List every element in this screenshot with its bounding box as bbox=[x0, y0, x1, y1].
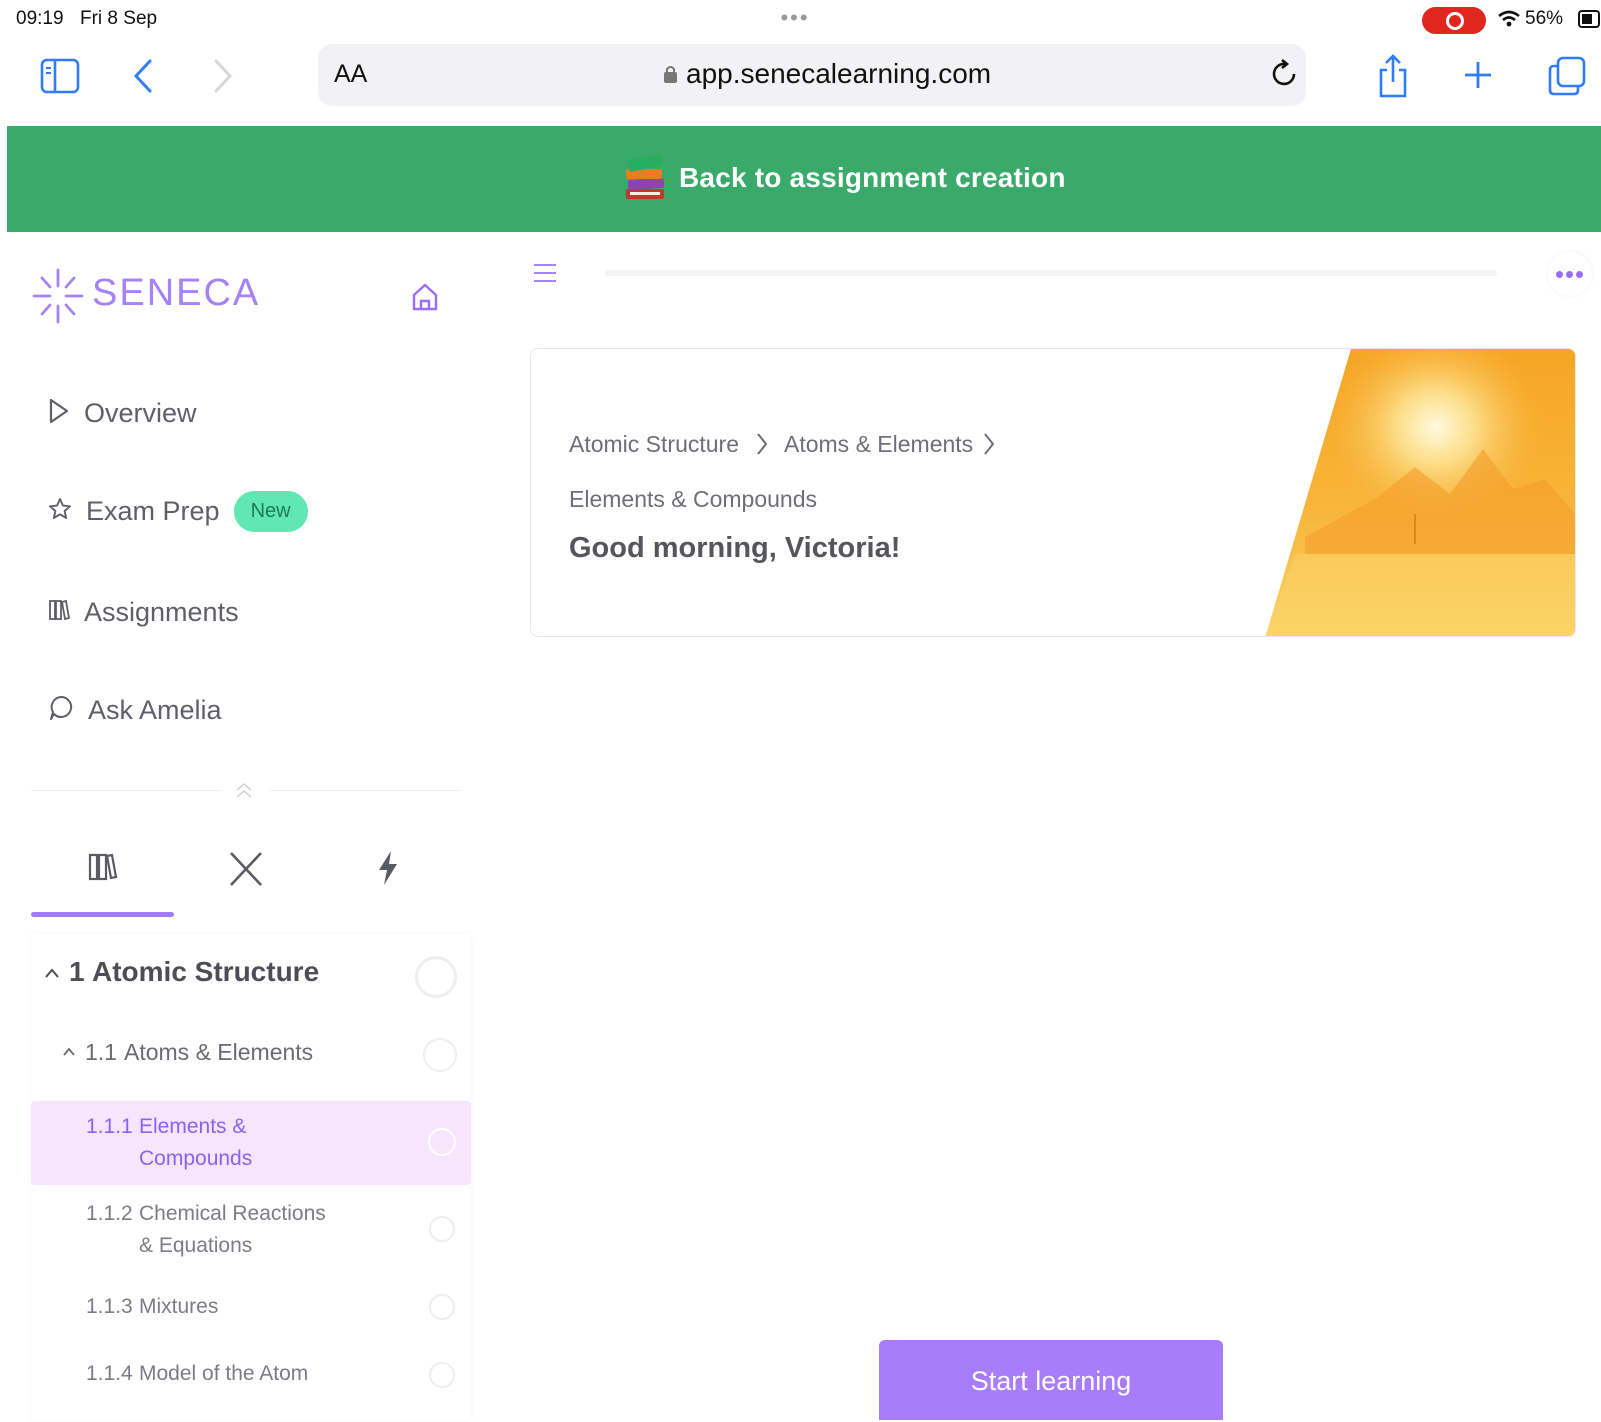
nav-overview[interactable]: Overview bbox=[48, 393, 197, 433]
greeting: Good morning, Victoria! bbox=[569, 532, 901, 564]
multitasking-dots-icon[interactable]: ••• bbox=[780, 7, 809, 29]
screen-recording-icon[interactable] bbox=[1422, 7, 1486, 34]
toc-item-number: 1.1.2 bbox=[86, 1202, 133, 1225]
toc-section-title: Atomic Structure bbox=[92, 956, 320, 987]
back-chevron-icon[interactable] bbox=[132, 58, 154, 99]
seneca-logo-icon[interactable] bbox=[30, 266, 86, 331]
more-options-icon[interactable] bbox=[1548, 252, 1592, 296]
nav-exam-prep[interactable]: Exam Prep New bbox=[48, 490, 308, 532]
toc-item-1-1-3[interactable]: 1.1.3 Mixtures bbox=[31, 1274, 471, 1342]
share-icon[interactable] bbox=[1377, 54, 1409, 103]
nav-exam-prep-label: Exam Prep bbox=[86, 495, 220, 526]
toc-item-1-1-4[interactable]: 1.1.4 Model of the Atom bbox=[31, 1342, 471, 1410]
progress-ring bbox=[423, 1038, 457, 1072]
tab-close[interactable] bbox=[228, 850, 264, 893]
start-learning-button[interactable]: Start learning bbox=[879, 1340, 1223, 1420]
section-divider bbox=[270, 790, 460, 791]
status-date: Fri 8 Sep bbox=[80, 8, 158, 29]
back-to-assignment-banner[interactable]: Back to assignment creation bbox=[7, 126, 1601, 232]
toc-item-number: 1.1.4 bbox=[86, 1362, 133, 1385]
url-text[interactable]: app.senecalearning.com bbox=[686, 58, 991, 90]
toc-section-1[interactable]: 1 Atomic Structure bbox=[31, 934, 471, 1012]
nav-ask-amelia[interactable]: Ask Amelia bbox=[48, 690, 222, 730]
course-contents: 1 Atomic Structure 1.1 Atoms & Elements … bbox=[31, 934, 471, 1420]
status-time: 09:19 bbox=[16, 8, 64, 29]
collapse-chevrons-icon[interactable] bbox=[233, 780, 255, 807]
status-bar: 09:19 Fri 8 Sep ••• 56% bbox=[0, 0, 1601, 38]
toc-item-title-line1: Chemical Reactions bbox=[139, 1202, 326, 1225]
seneca-wordmark[interactable]: SENECA bbox=[92, 272, 260, 315]
banner-label[interactable]: Back to assignment creation bbox=[679, 162, 1066, 194]
toc-item-number: 1.1.3 bbox=[86, 1295, 133, 1318]
toc-subsection-1-1[interactable]: 1.1 Atoms & Elements bbox=[31, 1012, 471, 1092]
chevron-right-icon bbox=[982, 431, 996, 462]
star-outline-icon bbox=[48, 497, 72, 526]
progress-ring bbox=[429, 1294, 455, 1320]
toc-item-title-line1: Elements & bbox=[139, 1115, 247, 1138]
new-tab-plus-icon[interactable] bbox=[1463, 60, 1493, 95]
books-emoji-icon bbox=[622, 151, 668, 208]
toc-item-1-1-1[interactable]: 1.1.1 Elements & Compounds bbox=[31, 1101, 471, 1185]
sunrise-illustration bbox=[1265, 349, 1575, 636]
nav-assignments[interactable]: Assignments bbox=[48, 592, 239, 632]
section-divider bbox=[31, 790, 221, 791]
books-icon bbox=[48, 598, 71, 627]
active-tab-indicator bbox=[31, 912, 174, 917]
battery-percent: 56% bbox=[1525, 8, 1564, 29]
toc-item-title: Model of the Atom bbox=[139, 1362, 309, 1385]
forward-chevron-icon[interactable] bbox=[212, 58, 234, 99]
wifi-icon bbox=[1497, 9, 1521, 34]
toc-section-number: 1 bbox=[69, 956, 85, 987]
nav-ask-amelia-label: Ask Amelia bbox=[88, 694, 222, 725]
breadcrumb-item[interactable]: Atoms & Elements bbox=[784, 431, 973, 458]
text-size-button[interactable]: AA bbox=[334, 60, 367, 89]
sidebar-toggle-icon[interactable] bbox=[40, 58, 80, 99]
progress-ring bbox=[429, 1362, 455, 1388]
toc-item-1-1-2[interactable]: 1.1.2 Chemical Reactions & Equations bbox=[31, 1188, 471, 1274]
tabs-overview-icon[interactable] bbox=[1548, 56, 1586, 101]
toc-item-number: 1.1.1 bbox=[86, 1115, 133, 1138]
toc-subsection-number: 1.1 bbox=[85, 1039, 117, 1065]
toc-item-title-line2: Compounds bbox=[139, 1147, 253, 1170]
reload-icon[interactable] bbox=[1270, 58, 1300, 95]
breadcrumb-item[interactable]: Atomic Structure bbox=[569, 431, 739, 458]
nav-assignments-label: Assignments bbox=[84, 596, 239, 627]
chevron-up-icon[interactable] bbox=[44, 966, 60, 984]
toc-subsection-title: Atoms & Elements bbox=[124, 1039, 314, 1065]
address-bar[interactable]: AA app.senecalearning.com bbox=[318, 44, 1306, 106]
tab-lightning[interactable] bbox=[376, 850, 400, 891]
progress-ring bbox=[429, 1216, 455, 1242]
chevron-up-icon[interactable] bbox=[62, 1044, 76, 1062]
tab-books[interactable] bbox=[88, 851, 118, 888]
chat-bubble-icon bbox=[48, 694, 74, 727]
play-outline-icon bbox=[48, 397, 70, 430]
progress-ring bbox=[428, 1128, 456, 1156]
breadcrumb-current: Elements & Compounds bbox=[569, 486, 818, 512]
section-header-card: Atomic Structure Atoms & Elements Elemen… bbox=[530, 348, 1576, 637]
hamburger-menu-icon[interactable] bbox=[533, 262, 557, 289]
toc-item-title-line2: & Equations bbox=[139, 1234, 253, 1257]
lock-icon bbox=[664, 65, 677, 83]
chevron-right-icon bbox=[755, 431, 769, 462]
progress-bar bbox=[605, 270, 1497, 276]
toc-item-title: Mixtures bbox=[139, 1295, 219, 1318]
battery-icon bbox=[1578, 10, 1600, 28]
nav-overview-label: Overview bbox=[84, 397, 197, 428]
new-badge: New bbox=[233, 490, 308, 532]
home-icon[interactable] bbox=[411, 282, 439, 317]
progress-ring bbox=[415, 956, 457, 998]
